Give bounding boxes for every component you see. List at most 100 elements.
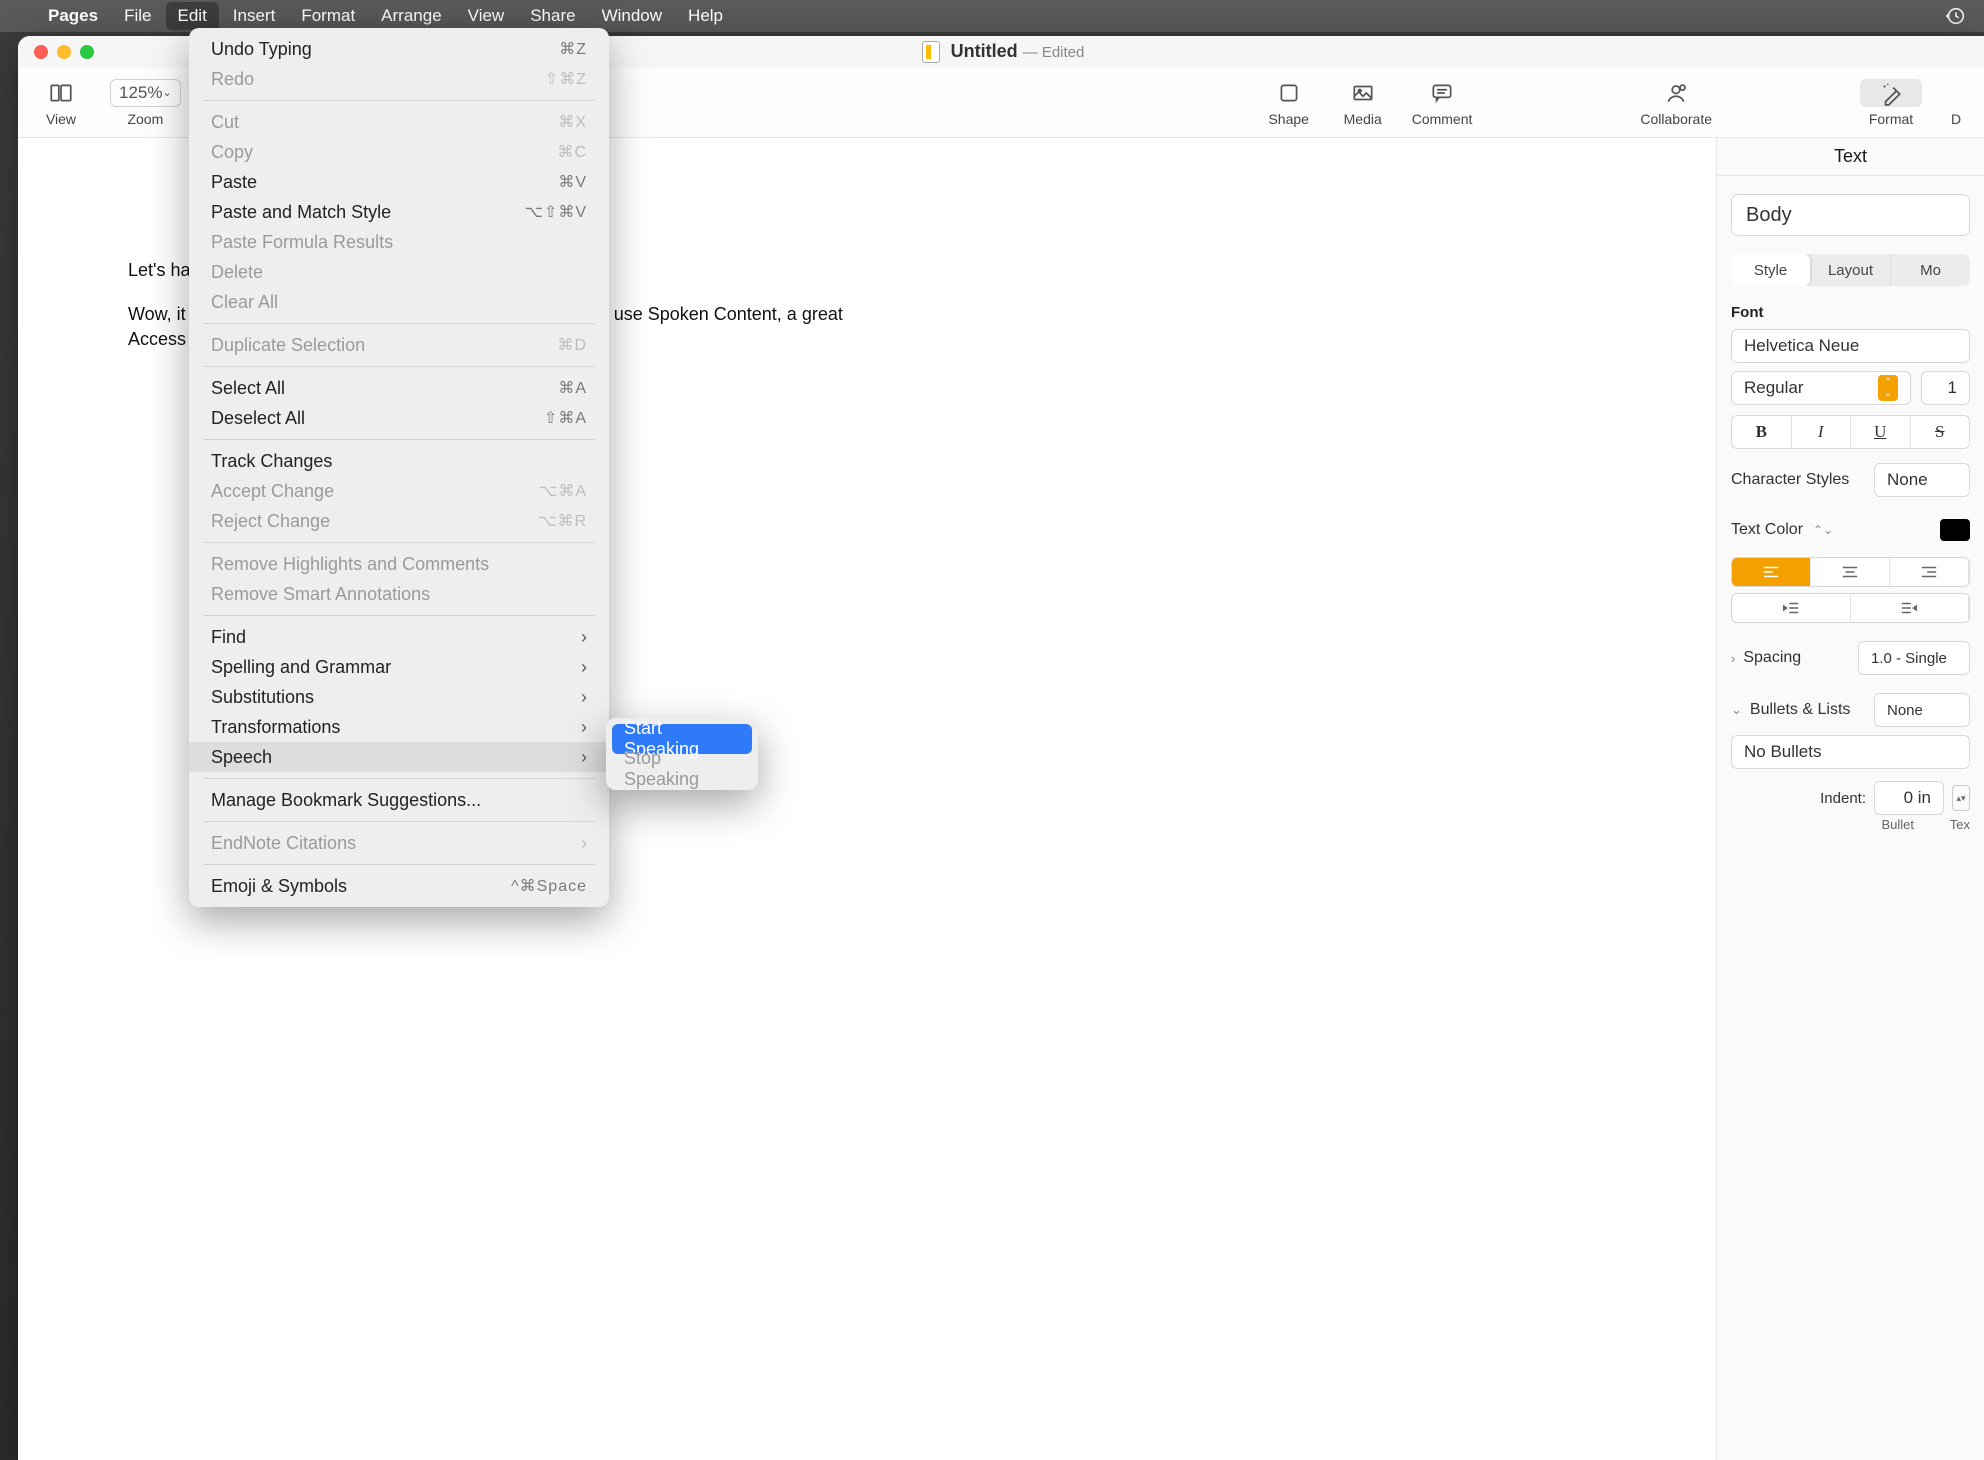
para-1: Let's ha — [128, 260, 190, 280]
time-machine-icon[interactable] — [1944, 5, 1966, 27]
menu-share[interactable]: Share — [530, 6, 575, 26]
text-color-stepper-icon[interactable]: ⌃⌄ — [1813, 523, 1833, 537]
align-right-button[interactable] — [1890, 558, 1969, 586]
speech-submenu: Start SpeakingStop Speaking — [606, 718, 758, 790]
zoom-value: 125% — [119, 83, 162, 103]
zoom-label: Zoom — [127, 111, 163, 127]
bullets-select[interactable]: None — [1874, 693, 1970, 727]
indent-label: Indent: — [1731, 790, 1866, 807]
zoom-button[interactable] — [80, 45, 94, 59]
character-styles-select[interactable]: None — [1874, 463, 1970, 497]
menu-item-endnote-citations: EndNote Citations› — [189, 828, 609, 858]
subtab-layout[interactable]: Layout — [1811, 254, 1891, 286]
shape-button[interactable]: Shape — [1264, 79, 1314, 127]
indent-button[interactable] — [1851, 594, 1970, 622]
chevron-right-icon: › — [581, 657, 587, 678]
menu-edit[interactable]: Edit — [166, 2, 219, 30]
text-color-swatch[interactable] — [1940, 519, 1970, 541]
font-family-select[interactable]: Helvetica Neue — [1731, 329, 1970, 363]
strike-button[interactable]: S — [1911, 416, 1970, 448]
menu-item-redo: Redo⇧⌘Z — [189, 64, 609, 94]
inspector-tab-text[interactable]: Text — [1717, 138, 1984, 176]
format-button[interactable]: Format — [1860, 79, 1922, 127]
menu-item-track-changes[interactable]: Track Changes — [189, 446, 609, 476]
menu-help[interactable]: Help — [688, 6, 723, 26]
italic-button[interactable]: I — [1792, 416, 1852, 448]
chevron-right-icon: › — [581, 627, 587, 648]
view-button[interactable]: View — [36, 79, 86, 127]
menu-item-cut: Cut⌘X — [189, 107, 609, 137]
subtab-more[interactable]: Mo — [1891, 254, 1970, 286]
font-weight-stepper-icon[interactable]: ⌃⌄ — [1878, 375, 1898, 401]
menu-item-select-all[interactable]: Select All⌘A — [189, 373, 609, 403]
bullets-style-select[interactable]: No Bullets — [1731, 735, 1970, 769]
menu-item-accept-change: Accept Change⌥⌘A — [189, 476, 609, 506]
para-3: Access — [128, 329, 186, 349]
media-button[interactable]: Media — [1338, 79, 1388, 127]
media-label: Media — [1344, 111, 1382, 127]
bullet-indent-field[interactable]: 0 in — [1874, 781, 1944, 815]
spacing-select[interactable]: 1.0 - Single — [1858, 641, 1970, 675]
menu-window[interactable]: Window — [602, 6, 662, 26]
menu-arrange[interactable]: Arrange — [381, 6, 441, 26]
menu-item-copy: Copy⌘C — [189, 137, 609, 167]
menu-item-duplicate-selection: Duplicate Selection⌘D — [189, 330, 609, 360]
para-2a: Wow, it — [128, 302, 186, 326]
bullets-label: Bullets & Lists — [1750, 701, 1850, 719]
bold-button[interactable]: B — [1732, 416, 1792, 448]
menu-file[interactable]: File — [124, 6, 151, 26]
bullets-row[interactable]: ⌄ Bullets & Lists None — [1731, 693, 1970, 727]
menu-item-reject-change: Reject Change⌥⌘R — [189, 506, 609, 536]
comment-button[interactable]: Comment — [1412, 79, 1473, 127]
menu-item-undo-typing[interactable]: Undo Typing⌘Z — [189, 34, 609, 64]
align-center-button[interactable] — [1811, 558, 1890, 586]
menu-item-paste-and-match-style[interactable]: Paste and Match Style⌥⇧⌘V — [189, 197, 609, 227]
font-weight-select[interactable]: Regular ⌃⌄ — [1731, 371, 1911, 405]
paragraph-style-select[interactable]: Body — [1731, 194, 1970, 236]
menu-item-transformations[interactable]: Transformations› — [189, 712, 609, 742]
align-left-button[interactable] — [1732, 558, 1811, 586]
menu-insert[interactable]: Insert — [233, 6, 276, 26]
outdent-button[interactable] — [1732, 594, 1851, 622]
menu-format[interactable]: Format — [301, 6, 355, 26]
chevron-right-icon: › — [581, 687, 587, 708]
document-button[interactable]: D — [1946, 79, 1966, 127]
shape-label: Shape — [1268, 111, 1308, 127]
menu-item-remove-highlights-and-comments: Remove Highlights and Comments — [189, 549, 609, 579]
underline-button[interactable]: U — [1851, 416, 1911, 448]
chevron-right-icon: › — [1731, 651, 1735, 666]
font-size-field[interactable]: 1 — [1921, 371, 1970, 405]
para-2b: use Spoken Content, a great — [614, 302, 843, 326]
spacing-row[interactable]: › Spacing 1.0 - Single — [1731, 641, 1970, 675]
menu-item-paste[interactable]: Paste⌘V — [189, 167, 609, 197]
minimize-button[interactable] — [57, 45, 71, 59]
traffic-lights — [34, 45, 94, 59]
menu-item-paste-formula-results: Paste Formula Results — [189, 227, 609, 257]
menu-item-manage-bookmark-suggestions-[interactable]: Manage Bookmark Suggestions... — [189, 785, 609, 815]
menu-item-remove-smart-annotations: Remove Smart Annotations — [189, 579, 609, 609]
menu-item-spelling-and-grammar[interactable]: Spelling and Grammar› — [189, 652, 609, 682]
pages-doc-icon — [922, 41, 940, 63]
chevron-right-icon: › — [581, 747, 587, 768]
menu-item-emoji-symbols[interactable]: Emoji & Symbols^⌘Space — [189, 871, 609, 901]
font-heading: Font — [1731, 304, 1970, 321]
inspector-subtabs: Style Layout Mo — [1731, 254, 1970, 286]
submenu-item-stop-speaking: Stop Speaking — [612, 754, 752, 784]
menu-item-speech[interactable]: Speech› — [189, 742, 609, 772]
collaborate-label: Collaborate — [1640, 111, 1712, 127]
app-menu[interactable]: Pages — [48, 6, 98, 26]
chevron-right-icon: › — [581, 833, 587, 854]
menu-item-substitutions[interactable]: Substitutions› — [189, 682, 609, 712]
menu-view[interactable]: View — [468, 6, 505, 26]
subtab-style[interactable]: Style — [1731, 254, 1811, 286]
text-col-label: Tex — [1950, 817, 1970, 832]
collaborate-button[interactable]: Collaborate — [1640, 79, 1712, 127]
close-button[interactable] — [34, 45, 48, 59]
text-style-group: B I U S — [1731, 415, 1970, 449]
zoom-select[interactable]: 125% ⌄ Zoom — [110, 79, 181, 127]
doc-state: Edited — [1042, 44, 1085, 61]
document-label: D — [1951, 111, 1961, 127]
menu-item-deselect-all[interactable]: Deselect All⇧⌘A — [189, 403, 609, 433]
bullet-indent-stepper[interactable]: ▴▾ — [1952, 785, 1970, 811]
menu-item-find[interactable]: Find› — [189, 622, 609, 652]
